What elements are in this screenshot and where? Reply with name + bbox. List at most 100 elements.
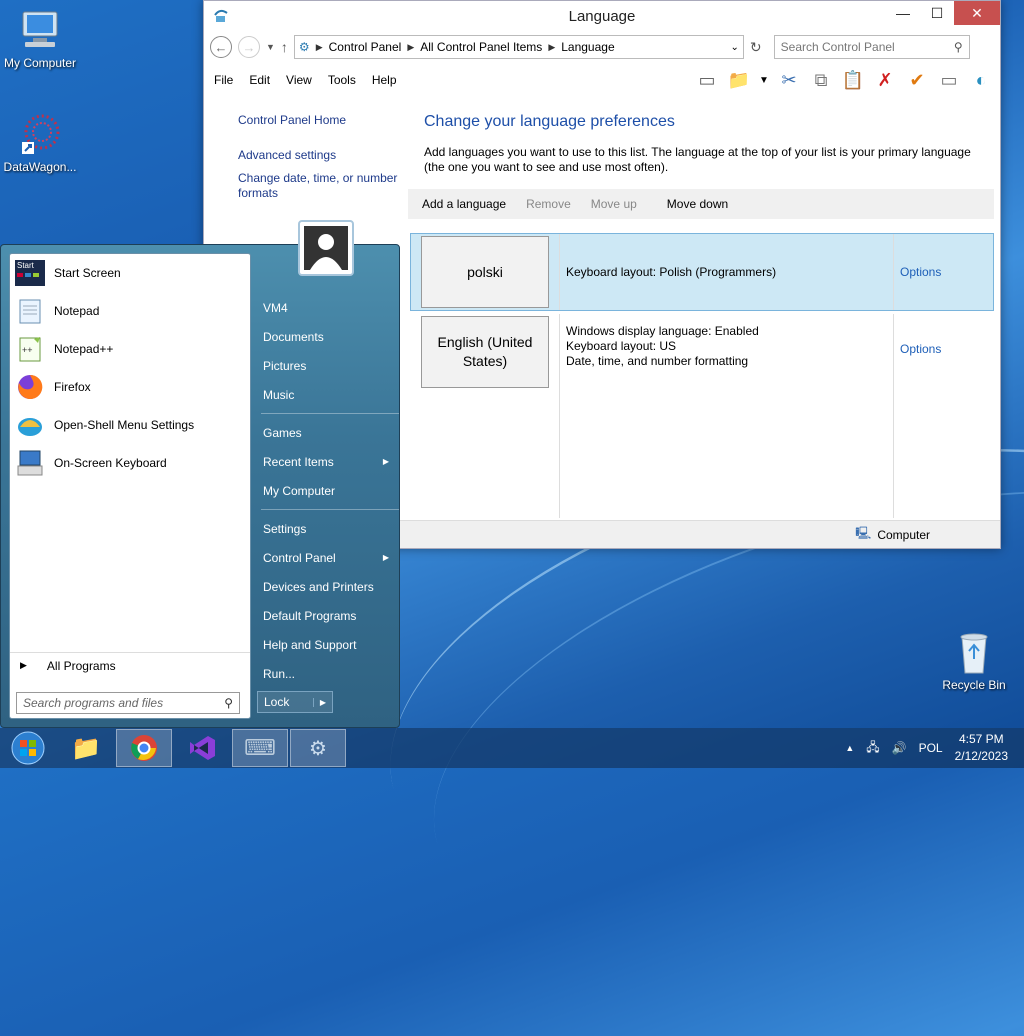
desktop-icon-my-computer[interactable]: My Computer [0, 8, 80, 70]
input-language[interactable]: POL [919, 741, 943, 755]
title-bar[interactable]: Language — ☐ ✕ [204, 1, 1000, 31]
language-options-link[interactable]: Options [893, 314, 993, 518]
taskbar-control-panel[interactable]: ⚙ [290, 729, 346, 767]
language-info-line: Keyboard layout: Polish (Programmers) [566, 264, 777, 279]
item-music[interactable]: Music [263, 380, 399, 409]
status-text: Computer [877, 527, 930, 542]
visual-studio-icon [190, 736, 215, 760]
control-panel-icon [212, 7, 230, 29]
check-icon[interactable]: ✔ [904, 67, 930, 93]
delete-icon[interactable]: ✗ [872, 67, 898, 93]
link-change-date-formats[interactable]: Change date, time, or number formats [238, 171, 408, 201]
item-label: Control Panel [263, 550, 336, 565]
refresh-button[interactable]: ↻ [750, 39, 762, 56]
address-bar[interactable]: ⚙ ▶ Control Panel ▶ All Control Panel It… [293, 35, 744, 59]
start-menu: Start Start Screen Notepad ++ Notepad++ … [0, 244, 400, 728]
properties-icon[interactable]: ▭ [936, 67, 962, 93]
link-advanced-settings[interactable]: Advanced settings [238, 148, 408, 163]
all-programs-item[interactable]: ▶ All Programs [10, 652, 250, 678]
item-pictures[interactable]: Pictures [263, 351, 399, 380]
desktop-icon-label: Recycle Bin [942, 678, 1006, 692]
program-notepadpp[interactable]: ++ Notepad++ [10, 330, 250, 368]
menu-help[interactable]: Help [372, 73, 397, 87]
page-description: Add languages you want to use to this li… [424, 145, 971, 174]
taskbar-on-screen-keyboard[interactable]: ⌨ [232, 729, 288, 767]
item-devices-printers[interactable]: Devices and Printers [263, 572, 399, 601]
computer-icon [18, 8, 62, 52]
taskbar-visual-studio[interactable] [174, 729, 230, 767]
user-name-item[interactable]: VM4 [263, 293, 399, 322]
address-dropdown-chevron-icon[interactable]: ⌄ [731, 42, 739, 53]
clock[interactable]: 4:57 PM 2/12/2023 [955, 731, 1008, 765]
move-up-button[interactable]: Move up [587, 197, 653, 211]
program-on-screen-keyboard[interactable]: On-Screen Keyboard [10, 444, 250, 482]
network-icon[interactable]: 🖧 [866, 738, 879, 759]
menu-file[interactable]: File [214, 73, 233, 87]
chrome-icon [131, 735, 157, 761]
open-shell-icon[interactable]: ◐ [968, 67, 994, 93]
item-control-panel[interactable]: Control Panel ▶ [263, 543, 399, 572]
close-button[interactable]: ✕ [954, 1, 1000, 25]
volume-icon[interactable]: 🔊 [892, 741, 907, 755]
lock-options-arrow-icon[interactable]: ▶ [312, 697, 326, 707]
recent-pages-chevron-icon[interactable]: ▼ [266, 42, 275, 52]
item-run[interactable]: Run... [263, 659, 399, 688]
paste-icon[interactable]: 📋 [840, 67, 866, 93]
search-icon[interactable]: ⚲ [224, 696, 233, 710]
program-start-screen[interactable]: Start Start Screen [10, 254, 250, 292]
start-search-placeholder: Search programs and files [23, 696, 164, 710]
taskbar-file-explorer[interactable]: 📁 [58, 729, 114, 767]
add-language-button[interactable]: Add a language [408, 197, 522, 211]
layout-icon[interactable]: ▭ [694, 67, 720, 93]
copy-icon[interactable]: ⧉ [808, 67, 834, 93]
item-my-computer[interactable]: My Computer [263, 476, 399, 505]
cut-icon[interactable]: ✂ [776, 67, 802, 93]
menu-tools[interactable]: Tools [328, 73, 356, 87]
program-notepad[interactable]: Notepad [10, 292, 250, 330]
link-control-panel-home[interactable]: Control Panel Home [238, 113, 408, 128]
control-panel-icon: ⚙ [309, 737, 327, 760]
remove-button[interactable]: Remove [522, 197, 587, 211]
start-search-input[interactable]: Search programs and files ⚲ [16, 692, 240, 714]
item-recent-items[interactable]: Recent Items ▶ [263, 447, 399, 476]
program-open-shell-settings[interactable]: Open-Shell Menu Settings [10, 406, 250, 444]
item-help-support[interactable]: Help and Support [263, 630, 399, 659]
show-hidden-icons-icon[interactable]: ▲ [845, 743, 854, 753]
divider [261, 413, 399, 414]
start-button[interactable] [0, 729, 56, 767]
breadcrumb-item[interactable]: Control Panel [329, 40, 402, 54]
desktop-icon-recycle-bin[interactable]: Recycle Bin [934, 630, 1014, 692]
computer-icon: 🖳 [855, 526, 872, 540]
desktop-icon-datawagon[interactable]: DataWagon... [0, 112, 80, 174]
item-default-programs[interactable]: Default Programs [263, 601, 399, 630]
item-documents[interactable]: Documents [263, 322, 399, 351]
language-row[interactable]: polski Keyboard layout: Polish (Programm… [410, 233, 994, 311]
up-button[interactable]: ↑ [281, 39, 288, 55]
forward-button[interactable]: → [238, 36, 260, 58]
lock-button[interactable]: Lock ▶ [257, 691, 333, 713]
menu-edit[interactable]: Edit [249, 73, 270, 87]
dropdown-chevron-icon[interactable]: ▼ [758, 67, 770, 93]
move-down-button[interactable]: Move down [653, 197, 744, 211]
menu-view[interactable]: View [286, 73, 312, 87]
item-games[interactable]: Games [263, 418, 399, 447]
back-button[interactable]: ← [210, 36, 232, 58]
left-pane: Control Panel Home Advanced settings Cha… [238, 113, 408, 221]
minimize-button[interactable]: — [886, 1, 920, 25]
program-firefox[interactable]: Firefox [10, 368, 250, 406]
control-panel-icon: ⚙ [298, 40, 310, 54]
recycle-bin-icon [952, 630, 996, 674]
language-row[interactable]: English (United States) Windows display … [410, 313, 994, 519]
clock-date: 2/12/2023 [954, 749, 1008, 763]
folder-options-icon[interactable]: 📁 [726, 67, 752, 93]
folder-icon: 📁 [71, 734, 101, 762]
user-avatar[interactable] [298, 220, 354, 276]
taskbar-chrome[interactable] [116, 729, 172, 767]
breadcrumb-item[interactable]: All Control Panel Items [420, 40, 542, 54]
program-label: Notepad [54, 304, 100, 318]
maximize-button[interactable]: ☐ [920, 1, 954, 25]
language-options-link[interactable]: Options [893, 234, 993, 310]
search-input[interactable]: Search Control Panel ⚲ [773, 35, 970, 59]
item-settings[interactable]: Settings [263, 514, 399, 543]
breadcrumb-item[interactable]: Language [561, 40, 614, 54]
